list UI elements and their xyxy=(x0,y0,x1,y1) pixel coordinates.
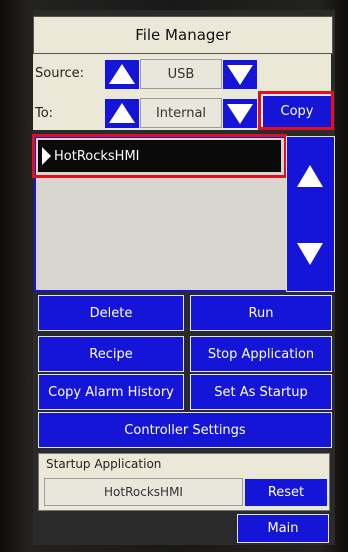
main-button[interactable]: Main xyxy=(237,514,329,543)
set-as-startup-button[interactable]: Set As Startup xyxy=(190,374,332,410)
source-down-button[interactable] xyxy=(222,59,258,90)
startup-value: HotRocksHMI xyxy=(44,478,243,506)
to-label: To: xyxy=(35,106,54,121)
run-button[interactable]: Run xyxy=(190,295,332,331)
reset-button[interactable]: Reset xyxy=(244,478,328,507)
arrow-up-icon xyxy=(109,64,135,84)
scroll-up-icon[interactable] xyxy=(297,165,323,187)
to-value: Internal xyxy=(140,98,222,128)
to-down-button[interactable] xyxy=(222,98,258,129)
recipe-button[interactable]: Recipe xyxy=(38,336,184,372)
list-scroll-controls xyxy=(286,136,335,292)
arrow-down-icon xyxy=(227,104,253,124)
arrow-up-icon xyxy=(109,103,135,123)
copy-highlight xyxy=(258,91,334,130)
source-up-button[interactable] xyxy=(104,59,140,90)
scroll-down-icon[interactable] xyxy=(297,243,323,265)
file-highlight xyxy=(32,134,287,178)
source-label: Source: xyxy=(35,66,85,81)
to-up-button[interactable] xyxy=(104,98,140,129)
arrow-down-icon xyxy=(227,65,253,85)
stop-application-button[interactable]: Stop Application xyxy=(190,336,332,372)
startup-label: Startup Application xyxy=(46,457,162,471)
delete-button[interactable]: Delete xyxy=(38,295,184,331)
window-title: File Manager xyxy=(33,16,333,54)
controller-settings-button[interactable]: Controller Settings xyxy=(38,412,332,448)
source-value: USB xyxy=(140,59,222,89)
copy-alarm-history-button[interactable]: Copy Alarm History xyxy=(38,374,184,410)
